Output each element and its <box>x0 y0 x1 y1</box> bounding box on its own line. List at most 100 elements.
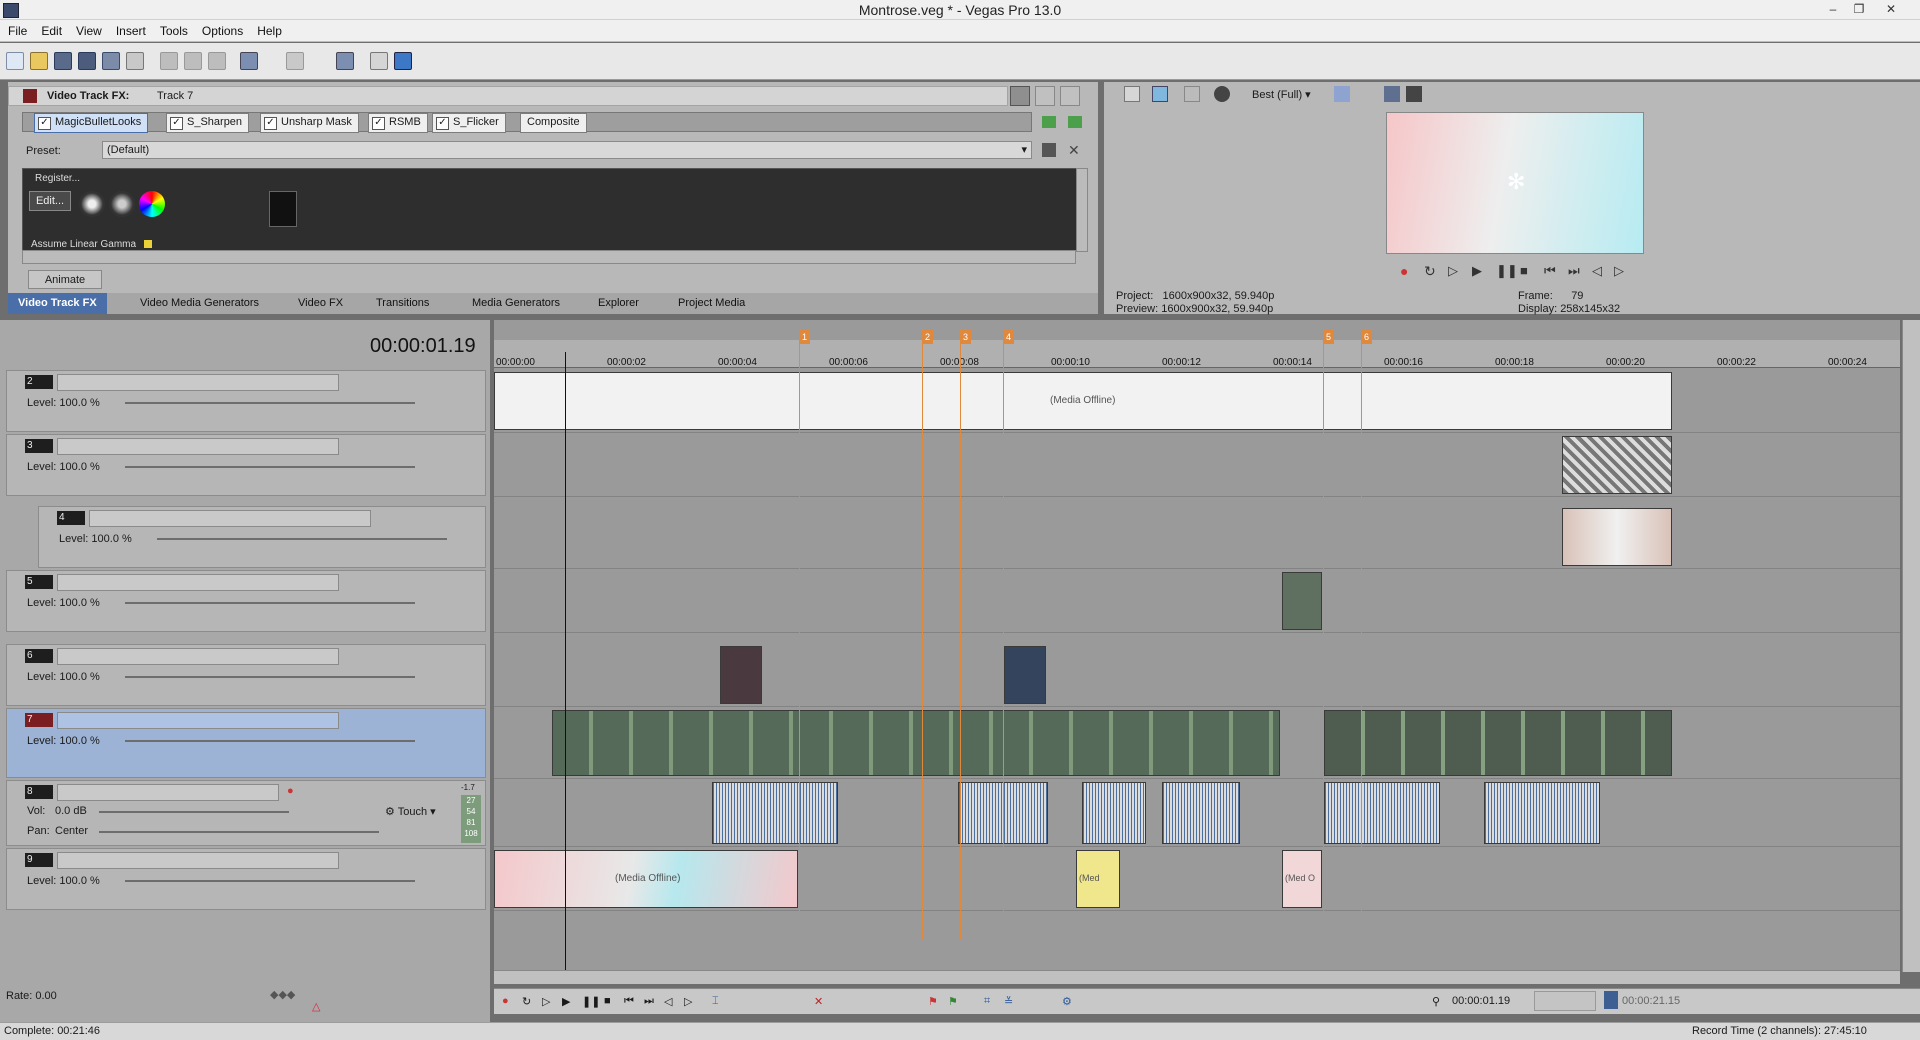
level-slider[interactable] <box>125 402 415 404</box>
auto-ripple-icon[interactable]: ≚ <box>1004 995 1018 1009</box>
linear-gamma-checkbox[interactable] <box>144 240 152 248</box>
track-header-9[interactable]: 9 Level: 100.0 % <box>6 848 486 910</box>
look-thumbnail-icon[interactable] <box>79 191 105 217</box>
go-to-end-icon[interactable]: ⏭ <box>1568 263 1580 279</box>
lock-envelopes-icon[interactable]: ⚙ <box>1062 995 1076 1009</box>
volume-slider[interactable] <box>99 811 289 813</box>
preview-quality-dropdown[interactable]: Best (Full) ▾ <box>1252 88 1311 101</box>
track-header-6[interactable]: 6 Level: 100.0 % <box>6 644 486 706</box>
look-thumbnail-icon[interactable] <box>109 191 135 217</box>
marker-3[interactable]: 3 <box>960 330 971 344</box>
automation-mode[interactable]: ⚙ Touch ▾ <box>385 805 436 818</box>
tiles-icon[interactable] <box>1060 86 1080 106</box>
clip-track7-sequence-a[interactable] <box>552 710 1280 776</box>
marker-1[interactable]: 1 <box>799 330 810 344</box>
timeline-vscrollbar[interactable] <box>1902 320 1920 972</box>
record-icon[interactable]: ● <box>1400 263 1408 279</box>
play-icon[interactable]: ▶ <box>1472 263 1482 279</box>
marker-2[interactable]: 2 <box>922 330 933 344</box>
grid-icon[interactable] <box>1035 86 1055 106</box>
color-wheel-icon[interactable] <box>139 191 165 217</box>
check-icon[interactable]: ✓ <box>38 117 51 130</box>
track-name-field[interactable] <box>57 648 339 665</box>
edit-button[interactable]: Edit... <box>29 191 71 211</box>
clip-statue-faces[interactable] <box>1562 508 1672 566</box>
pan-slider[interactable] <box>99 831 379 833</box>
clip-track7-sequence-b[interactable] <box>1324 710 1672 776</box>
check-icon[interactable]: ✓ <box>372 117 385 130</box>
properties-icon[interactable] <box>126 52 144 70</box>
copy-snapshot-icon[interactable] <box>1384 86 1400 102</box>
save-as-icon[interactable] <box>78 52 96 70</box>
level-slider[interactable] <box>125 676 415 678</box>
loop-icon[interactable]: ↻ <box>1424 263 1436 280</box>
tab-video-media-generators[interactable]: Video Media Generators <box>130 293 269 314</box>
layout-icon[interactable] <box>1010 86 1030 106</box>
whats-this-icon[interactable] <box>394 52 412 70</box>
menu-view[interactable]: View <box>68 20 108 38</box>
redo-icon[interactable] <box>286 52 304 70</box>
next-frame-icon[interactable]: ▷ <box>1614 263 1624 279</box>
plugin-hscrollbar[interactable] <box>22 250 1076 264</box>
copy-icon[interactable] <box>184 52 202 70</box>
save-icon[interactable] <box>54 52 72 70</box>
fx-chip-s-sharpen[interactable]: ✓ S_Sharpen <box>166 113 250 133</box>
audio-clip-4[interactable] <box>1162 782 1240 844</box>
loop-icon[interactable]: ↻ <box>522 995 536 1009</box>
track-header-3[interactable]: 3 Level: 100.0 % <box>6 434 486 496</box>
play-from-start-icon[interactable]: ▷ <box>1448 263 1458 279</box>
fx-chip-magicbulletlooks[interactable]: ✓ MagicBulletLooks <box>34 113 149 133</box>
tab-project-media[interactable]: Project Media <box>668 293 755 314</box>
playhead-cursor[interactable] <box>565 352 566 970</box>
audio-clip-1[interactable] <box>712 782 838 844</box>
help-icon[interactable] <box>370 52 388 70</box>
menu-options[interactable]: Options <box>194 20 249 38</box>
save-preset-icon[interactable] <box>1042 143 1056 157</box>
track-lane-6[interactable] <box>494 644 1900 707</box>
audio-clip-3[interactable] <box>1082 782 1146 844</box>
paste-icon[interactable] <box>208 52 226 70</box>
delete-preset-icon[interactable]: ✕ <box>1068 143 1082 157</box>
marker-5[interactable]: 5 <box>1323 330 1334 344</box>
track-lane-5[interactable] <box>494 570 1900 633</box>
minimize-button[interactable]: – <box>1822 2 1844 18</box>
timeline-hscrollbar[interactable] <box>494 970 1900 984</box>
track-header-7[interactable]: 7 Level: 100.0 % <box>6 708 486 778</box>
menu-tools[interactable]: Tools <box>152 20 194 38</box>
track-lane-4[interactable] <box>494 506 1900 569</box>
add-fx-icon[interactable] <box>1042 116 1056 128</box>
level-slider[interactable] <box>157 538 447 540</box>
clip-track6-b[interactable] <box>1004 646 1046 704</box>
fx-chip-rsmb[interactable]: ✓ RSMB <box>368 113 428 133</box>
marker-6[interactable]: 6 <box>1361 330 1372 344</box>
check-icon[interactable]: ✓ <box>170 117 183 130</box>
tab-transitions[interactable]: Transitions <box>366 293 439 314</box>
restore-button[interactable]: ❐ <box>1848 2 1870 18</box>
preview-properties-icon[interactable] <box>1124 86 1140 102</box>
audio-clip-5[interactable] <box>1324 782 1440 844</box>
external-monitor-icon[interactable] <box>1152 86 1168 102</box>
undo-icon[interactable] <box>240 52 258 70</box>
selection-start-field[interactable] <box>1534 991 1596 1011</box>
fx-chip-unsharp-mask[interactable]: ✓ Unsharp Mask <box>260 113 359 133</box>
cut-icon[interactable] <box>160 52 178 70</box>
clip-media-offline-pink[interactable]: (Med O <box>1282 850 1322 908</box>
play-icon[interactable]: ▶ <box>562 995 576 1009</box>
snapping-icon[interactable]: ⌗ <box>984 995 998 1009</box>
plugin-vscrollbar[interactable] <box>1076 168 1088 252</box>
preview-fx-icon[interactable] <box>1214 86 1230 102</box>
fx-chip-s-flicker[interactable]: ✓ S_Flicker <box>432 113 506 133</box>
go-to-start-icon[interactable]: ⏮ <box>624 995 638 1009</box>
animate-button[interactable]: Animate <box>28 270 102 289</box>
menu-help[interactable]: Help <box>249 20 288 38</box>
play-from-start-icon[interactable]: ▷ <box>542 995 556 1009</box>
menu-edit[interactable]: Edit <box>33 20 68 38</box>
check-icon[interactable]: ✓ <box>436 117 449 130</box>
preset-dropdown[interactable]: (Default) ▾ <box>102 141 1032 159</box>
plugin-icon[interactable] <box>336 52 354 70</box>
level-slider[interactable] <box>125 880 415 882</box>
normal-edit-tool-icon[interactable]: ⌶ <box>712 995 726 1009</box>
open-folder-icon[interactable] <box>30 52 48 70</box>
next-frame-icon[interactable]: ▷ <box>684 995 698 1009</box>
save-snapshot-icon[interactable] <box>1406 86 1422 102</box>
